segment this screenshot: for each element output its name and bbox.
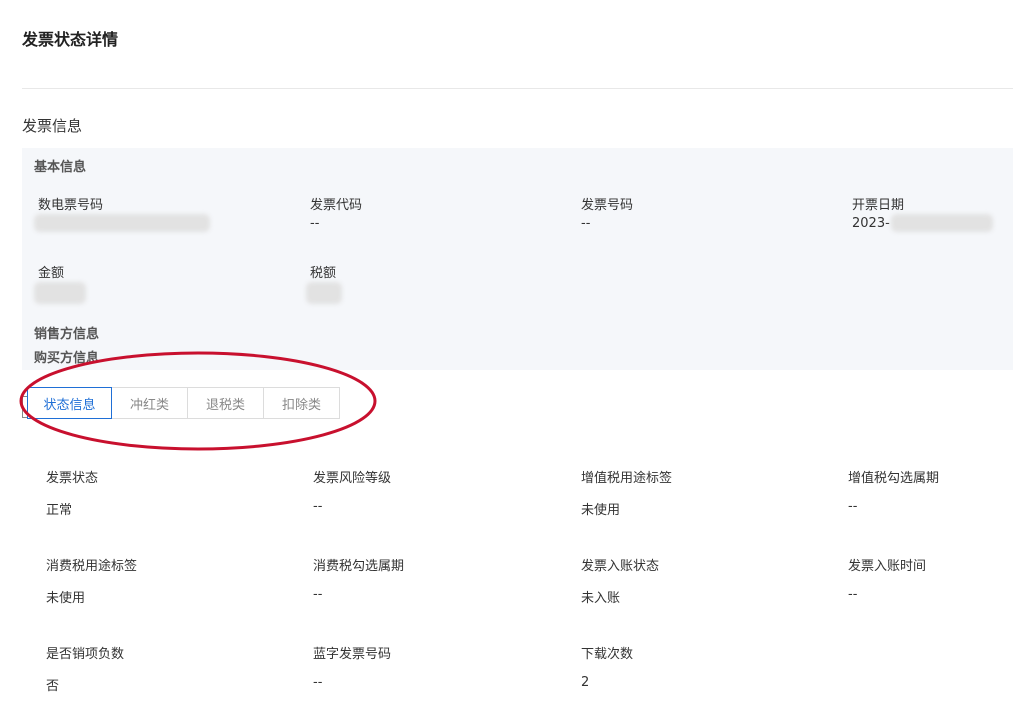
status-value-negative-output: 否 [46, 679, 60, 694]
status-value-consumption-tax-tag: 未使用 [46, 591, 86, 606]
status-label-negative-output: 是否销项负数 [46, 647, 125, 662]
field-label-tax-amount: 税额 [310, 266, 337, 281]
status-label-accounting-time: 发票入账时间 [848, 559, 927, 574]
status-value-accounting-status: 未入账 [581, 591, 621, 606]
redacted-amount [34, 282, 86, 304]
status-value-vat-check-period: -- [848, 499, 858, 514]
seller-info-title[interactable]: 销售方信息 [34, 323, 99, 342]
status-value-consumption-tax-period: -- [313, 587, 323, 602]
status-value-risk-level: -- [313, 499, 323, 514]
header-divider [22, 88, 1013, 89]
status-label-download-count: 下载次数 [581, 647, 634, 662]
field-label-invoice-number: 发票号码 [581, 198, 634, 213]
status-value-vat-usage-tag: 未使用 [581, 503, 621, 518]
status-label-blue-invoice-number: 蓝字发票号码 [313, 647, 392, 662]
annotation-ellipse [19, 351, 377, 451]
field-value-invoice-code: -- [310, 216, 320, 231]
invoice-info-panel: 基本信息 数电票号码 发票代码 -- 发票号码 -- 开票日期 2023- 金额… [22, 148, 1013, 370]
status-label-risk-level: 发票风险等级 [313, 471, 392, 486]
field-label-amount: 金额 [38, 266, 65, 281]
field-value-issue-date: 2023- [852, 216, 890, 231]
status-value-accounting-time: -- [848, 587, 858, 602]
redacted-tax-amount [306, 282, 342, 304]
invoice-section-title: 发票信息 [22, 117, 83, 135]
redacted-issue-date [891, 214, 993, 232]
basic-info-title: 基本信息 [34, 160, 87, 175]
status-label-accounting-status: 发票入账状态 [581, 559, 660, 574]
status-label-vat-check-period: 增值税勾选属期 [848, 471, 940, 486]
status-label-consumption-tax-period: 消费税勾选属期 [313, 559, 405, 574]
field-label-digital-invoice-number: 数电票号码 [38, 198, 104, 213]
status-value-download-count: 2 [581, 675, 590, 690]
page-title: 发票状态详情 [22, 30, 119, 49]
field-value-invoice-number: -- [581, 216, 591, 231]
redacted-digital-invoice-number [34, 214, 210, 232]
status-value-invoice-status: 正常 [46, 503, 73, 518]
status-value-blue-invoice-number: -- [313, 675, 323, 690]
status-label-consumption-tax-tag: 消费税用途标签 [46, 559, 138, 574]
status-label-vat-usage-tag: 增值税用途标签 [581, 471, 673, 486]
status-label-invoice-status: 发票状态 [46, 471, 99, 486]
field-label-issue-date: 开票日期 [852, 198, 905, 213]
field-label-invoice-code: 发票代码 [310, 198, 363, 213]
